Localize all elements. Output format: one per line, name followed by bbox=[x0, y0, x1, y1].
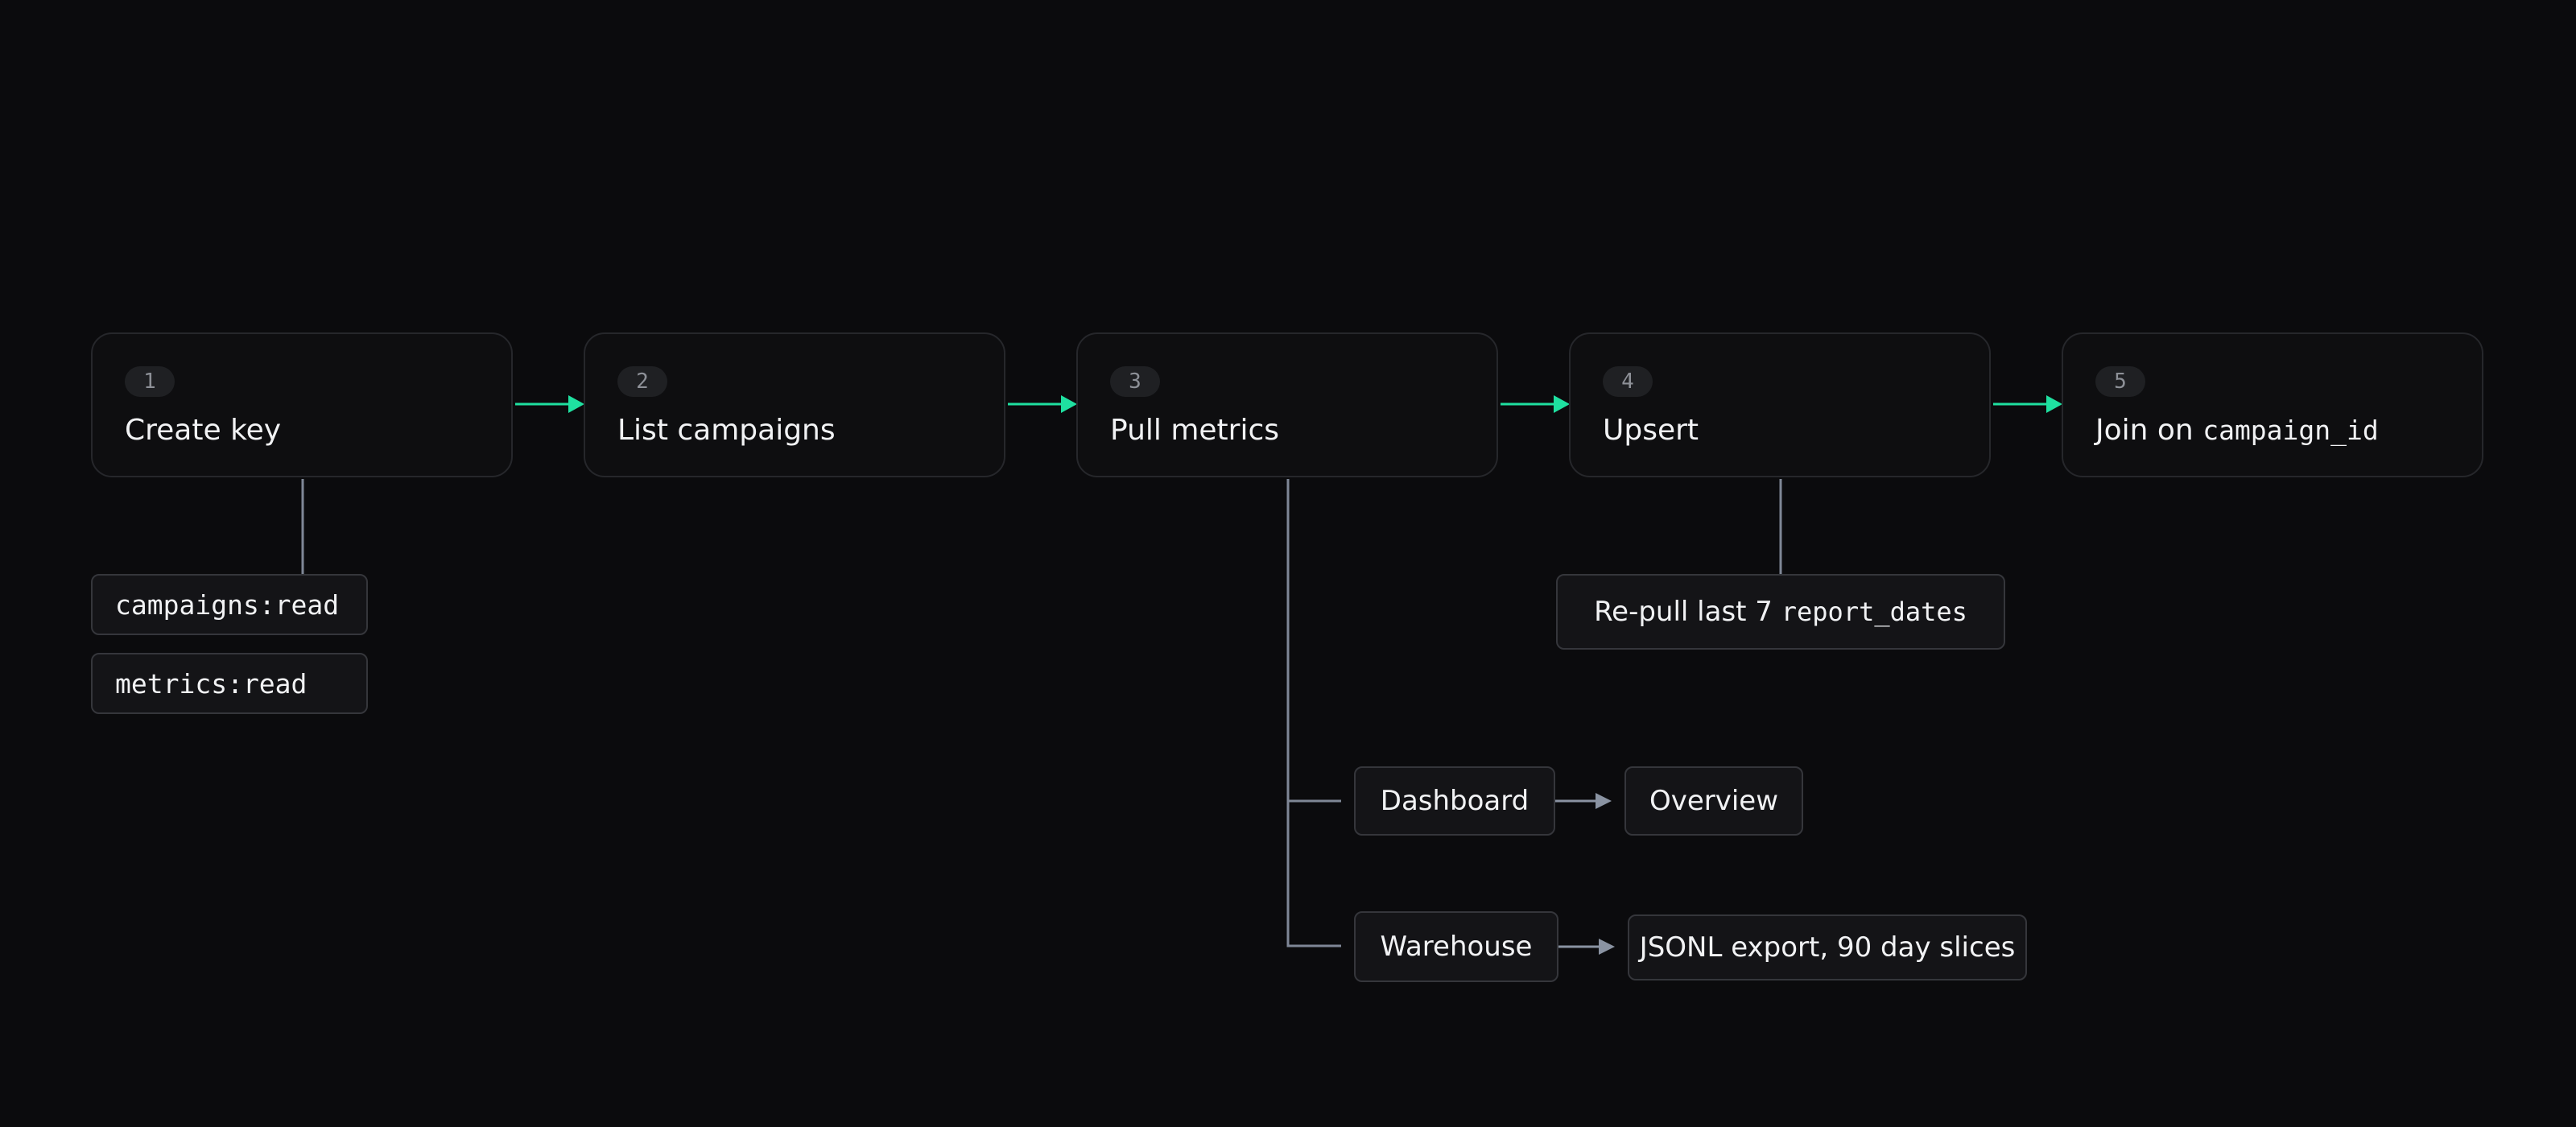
flow-arrow-1-2 bbox=[515, 395, 584, 413]
target-overview: Overview bbox=[1624, 766, 1803, 836]
scope-chip-metrics-read: metrics:read bbox=[91, 653, 368, 714]
scope-chip-campaigns-read: campaigns:read bbox=[91, 574, 368, 635]
step-number-badge: 4 bbox=[1603, 366, 1653, 397]
title-prefix: Join on bbox=[2095, 414, 2203, 447]
target-label: JSONL export, 90 day slices bbox=[1639, 931, 2016, 964]
connectors bbox=[301, 395, 2062, 955]
arrow-warehouse-jsonl bbox=[1558, 939, 1615, 955]
title-code: campaign_id bbox=[2202, 415, 2379, 446]
step-upsert: 4 Upsert bbox=[1569, 332, 1991, 477]
scope-label: metrics:read bbox=[115, 667, 308, 700]
scope-label: campaigns:read bbox=[115, 588, 340, 621]
pipeline-diagram: 1 Create key 2 List campaigns 3 Pull met… bbox=[0, 0, 2576, 1127]
step-number-badge: 5 bbox=[2095, 366, 2145, 397]
flow-arrow-3-4 bbox=[1501, 395, 1570, 413]
flow-arrow-2-3 bbox=[1008, 395, 1077, 413]
upsert-note: Re-pull last 7 report_dates bbox=[1556, 574, 2005, 650]
step-list-campaigns: 2 List campaigns bbox=[584, 332, 1005, 477]
output-dashboard: Dashboard bbox=[1354, 766, 1555, 836]
flow-arrow-4-5 bbox=[1993, 395, 2062, 413]
step-number-badge: 2 bbox=[617, 366, 667, 397]
step-pull-metrics: 3 Pull metrics bbox=[1076, 332, 1498, 477]
step-title: Pull metrics bbox=[1110, 414, 1280, 447]
step-number-badge: 1 bbox=[125, 366, 175, 397]
step-title: List campaigns bbox=[617, 414, 836, 447]
step-number-badge: 3 bbox=[1110, 366, 1160, 397]
arrow-dashboard-overview bbox=[1555, 793, 1612, 809]
output-label: Dashboard bbox=[1380, 785, 1530, 817]
note-code: report_dates bbox=[1781, 597, 1967, 627]
note-prefix: Re-pull last 7 bbox=[1594, 596, 1781, 628]
step-join-campaign-id: 5 Join on campaign_id bbox=[2062, 332, 2483, 477]
step-title: Create key bbox=[125, 414, 282, 447]
output-label: Warehouse bbox=[1380, 931, 1533, 963]
output-warehouse: Warehouse bbox=[1354, 911, 1558, 982]
step-create-key: 1 Create key bbox=[91, 332, 513, 477]
step-title: Join on campaign_id bbox=[2095, 411, 2379, 450]
target-label: Overview bbox=[1649, 785, 1779, 817]
step-title: Upsert bbox=[1603, 414, 1699, 447]
target-jsonl-export: JSONL export, 90 day slices bbox=[1628, 914, 2027, 980]
connector-metrics-branch bbox=[1286, 479, 1341, 947]
